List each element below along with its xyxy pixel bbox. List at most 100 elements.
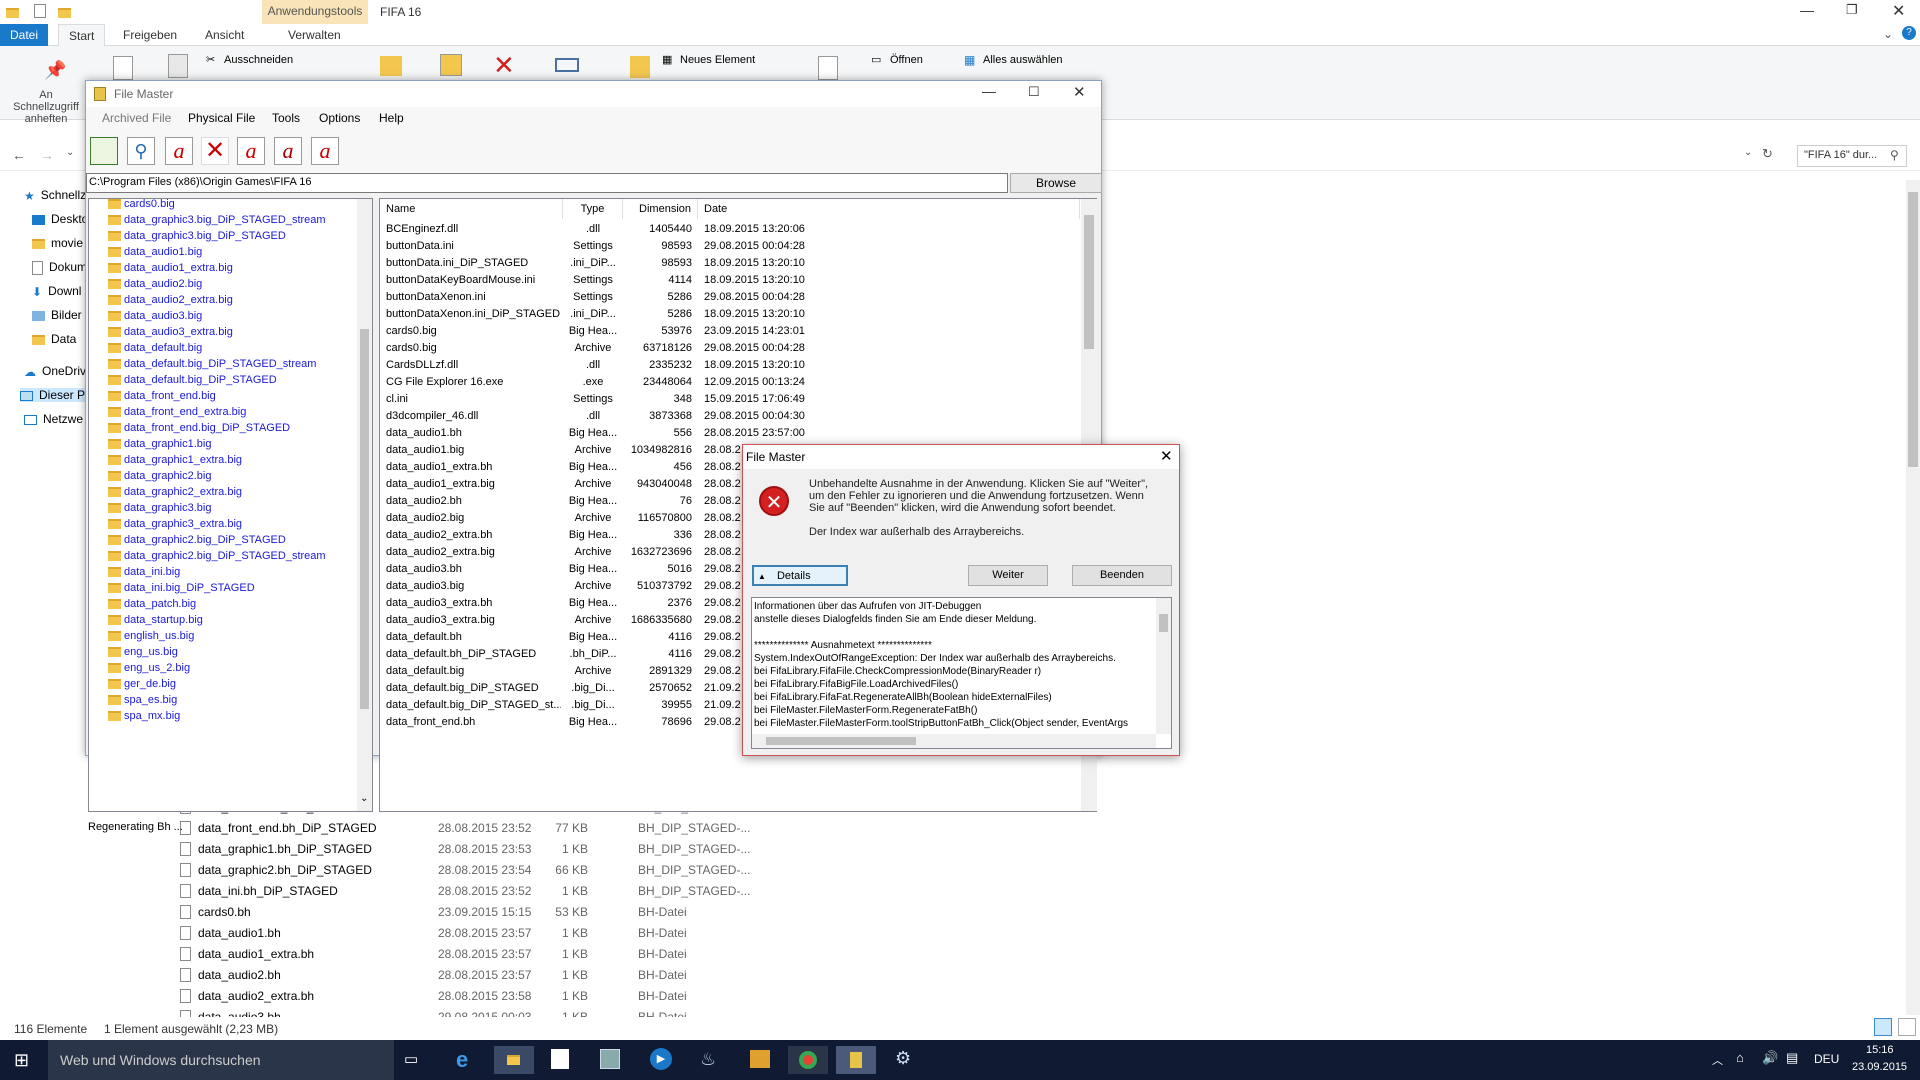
tool-icon[interactable]: ⚙ <box>895 1048 911 1069</box>
column-header-date[interactable]: Date <box>698 199 1080 219</box>
menu-archived-file[interactable]: Archived File <box>102 111 171 125</box>
table-row[interactable]: data_audio2.bh 28.08.2015 23:57 1 KB BH-Dat… <box>178 965 758 986</box>
tree-item[interactable]: spa_es.big <box>108 693 177 708</box>
tree-item[interactable]: data_default.big_DiP_STAGED_stream <box>108 357 316 372</box>
tree-item[interactable]: eng_us_2.big <box>108 661 190 676</box>
new-item-icon[interactable]: ▦ <box>662 53 672 66</box>
paste-icon[interactable] <box>168 54 188 78</box>
table-row[interactable]: cl.ini Settings 348 15.09.2015 17:06:49 <box>380 391 1080 408</box>
video-icon[interactable] <box>750 1050 770 1068</box>
new-folder-large-icon[interactable] <box>630 56 650 78</box>
details-vscroll[interactable] <box>1156 598 1171 734</box>
export-icon[interactable]: a <box>311 137 339 165</box>
scrollbar-thumb[interactable] <box>1908 192 1918 467</box>
menu-physical-file[interactable]: Physical File <box>188 111 255 125</box>
scrollbar-thumb[interactable] <box>360 329 369 709</box>
scrollbar-thumb[interactable] <box>1084 215 1094 349</box>
import-icon[interactable]: a <box>237 137 265 165</box>
taskbar-search-input[interactable]: Web und Windows durchsuchen <box>48 1040 394 1080</box>
nav-network[interactable]: Netzwe <box>24 412 83 426</box>
filemaster-task-icon[interactable] <box>836 1046 876 1074</box>
properties-large-icon[interactable] <box>818 56 838 80</box>
details-view-icon[interactable] <box>1874 1018 1892 1036</box>
tree-item[interactable]: data_startup.big <box>108 613 203 628</box>
table-row[interactable]: data_audio2_extra.bh 28.08.2015 23:58 1 KB… <box>178 986 758 1007</box>
copy-to-icon[interactable] <box>440 54 462 76</box>
tree-item[interactable]: data_graphic1_extra.big <box>108 453 242 468</box>
tree-item[interactable]: data_audio1.big <box>108 245 202 260</box>
new-folder-icon[interactable] <box>58 5 71 19</box>
table-row[interactable]: buttonDataKeyBoardMouse.ini Settings 4114 1… <box>380 272 1080 289</box>
nav-data[interactable]: Data <box>32 332 76 346</box>
menu-options[interactable]: Options <box>319 111 360 125</box>
pin-icon[interactable]: 📌 <box>44 60 66 81</box>
chevron-down-icon[interactable]: ⌄ <box>1883 27 1893 41</box>
column-header-dimension[interactable]: Dimension <box>623 199 698 219</box>
media-player-icon[interactable]: ▶ <box>650 1048 672 1070</box>
move-to-icon[interactable] <box>380 56 402 76</box>
chrome-task-icon[interactable] <box>788 1046 828 1074</box>
tree-item[interactable]: data_ini.big_DiP_STAGED <box>108 581 255 596</box>
nav-movie[interactable]: movie <box>32 236 83 250</box>
tree-item[interactable]: data_audio2.big <box>108 277 202 292</box>
store-icon[interactable] <box>551 1049 569 1069</box>
tree-item[interactable]: data_front_end.big <box>108 389 216 404</box>
tab-datei[interactable]: Datei <box>0 24 49 46</box>
delete-icon[interactable]: ✕ <box>493 50 515 81</box>
recent-chevron-icon[interactable]: ⌄ <box>66 147 74 158</box>
close-icon[interactable]: ✕ <box>1892 1 1905 21</box>
refresh-icon[interactable]: ↻ <box>1762 146 1773 162</box>
table-row[interactable]: data_ini.bh_DiP_STAGED 28.08.2015 23:52 1 … <box>178 881 758 902</box>
column-header-type[interactable]: Type <box>563 199 623 219</box>
details-button[interactable]: ▲ Details <box>752 565 848 586</box>
tab-start[interactable]: Start <box>58 24 106 46</box>
help-icon[interactable]: ? <box>1902 26 1916 40</box>
language-indicator[interactable]: DEU <box>1814 1052 1839 1066</box>
tree-item[interactable]: data_graphic3.big <box>108 501 211 516</box>
scrollbar-thumb[interactable] <box>1159 614 1168 632</box>
notification-icon[interactable]: ▤ <box>1786 1050 1798 1066</box>
tree-item[interactable]: data_front_end_extra.big <box>108 405 246 420</box>
scissors-icon[interactable]: ✂ <box>206 53 215 66</box>
tree-item[interactable]: data_ini.big <box>108 565 180 580</box>
minimize-icon[interactable]: — <box>982 83 996 99</box>
nav-onedrive[interactable]: ☁ OneDriv <box>24 364 86 379</box>
nav-downloads[interactable]: ⬇ Downl <box>32 284 81 299</box>
forward-arrow-icon[interactable]: → <box>40 147 54 163</box>
search-icon[interactable]: ⚲ <box>1890 148 1899 162</box>
table-row[interactable]: data_graphic1.bh_DiP_STAGED 28.08.2015 23… <box>178 839 758 860</box>
nav-quick-access[interactable]: ★ Schnellz <box>24 188 86 203</box>
table-row[interactable]: cards0.big Archive 63718126 29.08.2015 00:0… <box>380 340 1080 357</box>
table-row[interactable]: data_audio1.bh 28.08.2015 23:57 1 KB BH-Dat… <box>178 923 758 944</box>
table-row[interactable]: data_audio3.bh 29.08.2015 00:03 1 KB BH-Dat… <box>178 1007 758 1017</box>
search-icon[interactable]: ⚲ <box>127 137 155 165</box>
nav-desktop[interactable]: Deskto <box>32 212 88 226</box>
pin-quick-access-button[interactable]: An Schnellzugriff anheften <box>5 89 87 125</box>
steam-icon[interactable]: ♨ <box>700 1049 716 1070</box>
clock-date[interactable]: 23.09.2015 <box>1852 1061 1907 1073</box>
select-all-button[interactable]: Alles auswählen <box>983 54 1063 66</box>
tree-item[interactable]: data_graphic2.big <box>108 469 211 484</box>
menu-tools[interactable]: Tools <box>272 111 300 125</box>
table-row[interactable]: cards0.bh 23.09.2015 15:15 53 KB BH-Datei <box>178 902 758 923</box>
maximize-icon[interactable]: ❐ <box>1846 2 1858 18</box>
app-window-icon[interactable] <box>600 1049 620 1069</box>
table-row[interactable]: data_audio1_extra.bh 28.08.2015 23:57 1 KB… <box>178 944 758 965</box>
close-icon[interactable]: ✕ <box>1073 83 1086 101</box>
scrollbar-thumb[interactable] <box>766 737 916 745</box>
quit-button[interactable]: Beenden <box>1072 565 1172 586</box>
table-row[interactable]: d3dcompiler_46.dll .dll 3873368 29.08.2015 … <box>380 408 1080 425</box>
table-row[interactable]: CG File Explorer 16.exe .exe 23448064 12.09… <box>380 374 1080 391</box>
delete-icon[interactable]: ✕ <box>201 137 229 165</box>
table-row[interactable]: buttonData.ini_DiP_STAGED .ini_DiP... 9859… <box>380 255 1080 272</box>
regenerate-fat-icon[interactable]: a <box>274 137 302 165</box>
tiles-view-icon[interactable] <box>1898 1018 1916 1036</box>
copy-icon[interactable] <box>113 56 133 80</box>
new-item-button[interactable]: Neues Element <box>680 54 755 66</box>
explorer-task-icon[interactable] <box>494 1046 534 1074</box>
notebook-icon[interactable] <box>90 137 118 165</box>
tree-item[interactable]: ger_de.big <box>108 677 176 692</box>
scroll-down-icon[interactable]: ⌄ <box>360 793 368 804</box>
table-row[interactable]: data_graphic2.bh_DiP_STAGED 28.08.2015 23… <box>178 860 758 881</box>
table-row[interactable]: CardsDLLzf.dll .dll 2335232 18.09.2015 13:2… <box>380 357 1080 374</box>
